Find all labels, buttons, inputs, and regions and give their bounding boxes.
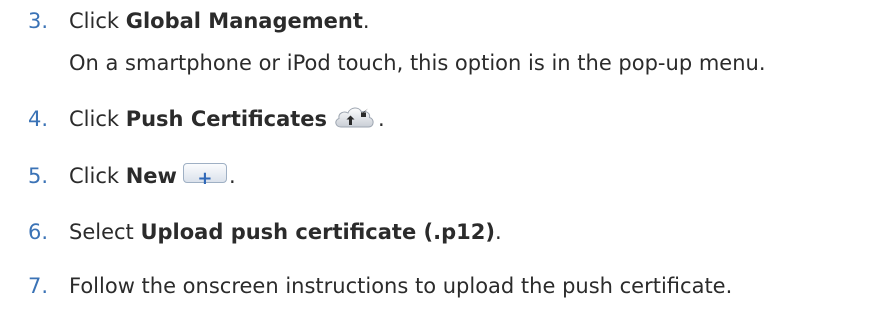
instruction-steps: 3. Click Global Management. On a smartpho…: [0, 0, 880, 315]
step-trail-text: .: [378, 107, 385, 131]
step-number: 3.: [28, 9, 49, 33]
cloud-push-icon: [333, 104, 377, 130]
step-3: 3. Click Global Management.: [28, 8, 370, 34]
step-bold-text: New: [125, 164, 177, 188]
step-bold-text: Push Certificates: [125, 107, 328, 131]
step-bold-text: Upload push certificate (.p12): [140, 220, 495, 244]
step-lead-text: Click: [69, 9, 126, 33]
step-lead-text: Select: [69, 220, 141, 244]
step-number: 4.: [28, 107, 49, 131]
step-number: 7.: [28, 274, 49, 298]
step-lead-text: Click: [69, 164, 126, 188]
step-bold-text: Global Management: [125, 9, 363, 33]
step-6: 6. Select Upload push certificate (.p12).: [28, 219, 502, 245]
step-trail-text: .: [494, 220, 502, 244]
step-lead-text: Follow the onscreen instructions to uplo…: [69, 274, 733, 298]
step-trail-text: .: [362, 9, 370, 33]
step-trail-text: .: [228, 164, 236, 188]
step-4: 4. Click Push Certificates .: [28, 106, 385, 133]
step-3-detail: On a smartphone or iPod touch, this opti…: [69, 51, 766, 75]
step-5: 5. Click New +.: [28, 163, 236, 189]
step-7: 7. Follow the onscreen instructions to up…: [28, 273, 732, 299]
step-lead-text: Click: [69, 107, 126, 131]
step-number: 6.: [28, 220, 49, 244]
step-number: 5.: [28, 164, 49, 188]
plus-icon: +: [197, 168, 213, 189]
plus-button-icon: +: [182, 163, 227, 188]
